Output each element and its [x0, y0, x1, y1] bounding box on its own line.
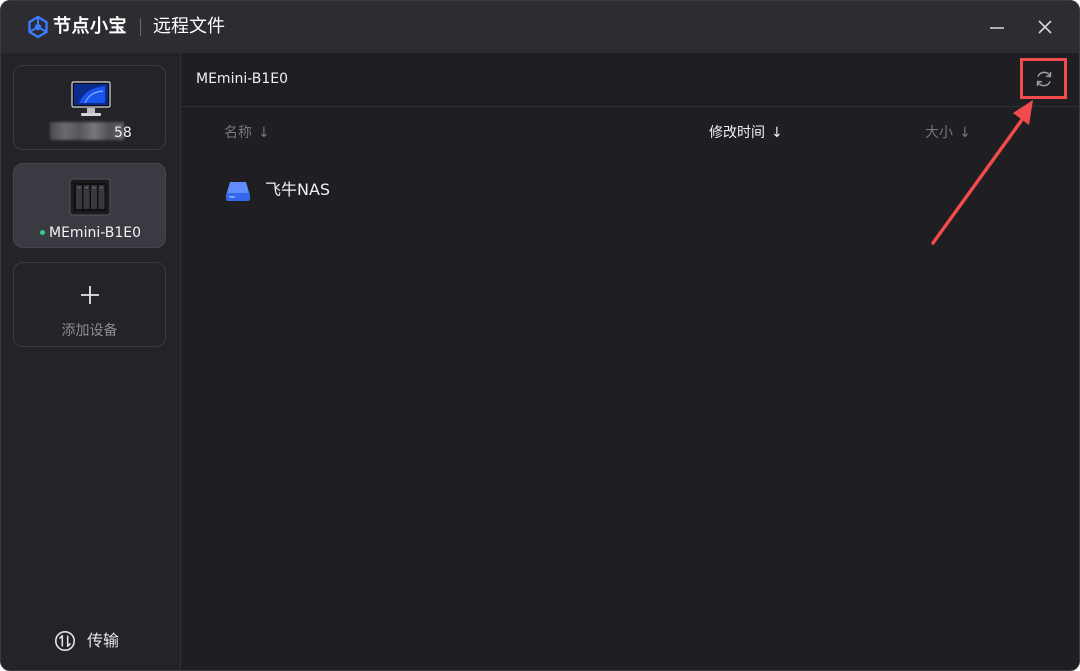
title-divider	[140, 18, 141, 36]
add-device-button[interactable]: 添加设备	[13, 262, 166, 347]
sort-arrow-icon: ↓	[771, 125, 783, 141]
node-logo-icon	[28, 15, 48, 39]
file-row[interactable]: 飞牛NAS	[181, 169, 1079, 209]
pc-monitor-icon	[71, 81, 111, 116]
app-name: 节点小宝	[53, 16, 127, 37]
annotation-arrow-icon	[931, 100, 1033, 245]
current-path-title: MEmini-B1E0	[196, 71, 289, 87]
remote-files-window: 节点小宝 远程文件 58 MEmini-B1E0 添加设备 传输 MEmini-…	[0, 0, 1080, 671]
transfer-label: 传输	[87, 631, 120, 650]
device-card-nas[interactable]: MEmini-B1E0	[13, 163, 166, 248]
redacted-device-name	[50, 122, 124, 140]
file-browser: MEmini-B1E0 名称 ↓ 修改时间 ↓ 大小 ↓ 飞牛NAS	[181, 53, 1079, 670]
device-sidebar: 58 MEmini-B1E0 添加设备 传输	[1, 53, 181, 670]
add-device-label: 添加设备	[61, 323, 118, 339]
highlight-box	[1020, 58, 1067, 99]
column-header-name[interactable]: 名称 ↓	[224, 124, 270, 142]
path-bar: MEmini-B1E0	[181, 53, 1079, 107]
transfer-button[interactable]: 传输	[54, 629, 119, 653]
column-label: 大小	[925, 125, 953, 141]
device-card-pc[interactable]: 58	[13, 65, 166, 150]
device-name: 58	[114, 125, 132, 141]
file-name: 飞牛NAS	[265, 180, 331, 199]
nas-icon	[69, 178, 111, 216]
column-header-size[interactable]: 大小 ↓	[925, 124, 971, 142]
device-name: MEmini-B1E0	[49, 225, 142, 241]
sort-arrow-icon: ↓	[959, 125, 971, 141]
drive-icon	[226, 182, 250, 201]
column-label: 修改时间	[709, 125, 765, 141]
minimize-button[interactable]	[982, 12, 1012, 42]
close-button[interactable]	[1030, 12, 1060, 42]
transfer-icon	[55, 631, 75, 651]
window-title: 远程文件	[153, 16, 225, 37]
sort-arrow-icon: ↓	[258, 125, 270, 141]
plus-icon	[81, 286, 99, 304]
column-header-modified[interactable]: 修改时间 ↓	[709, 124, 783, 142]
title-bar: 节点小宝 远程文件	[1, 1, 1079, 53]
column-label: 名称	[224, 125, 252, 141]
online-status-dot	[40, 230, 45, 235]
